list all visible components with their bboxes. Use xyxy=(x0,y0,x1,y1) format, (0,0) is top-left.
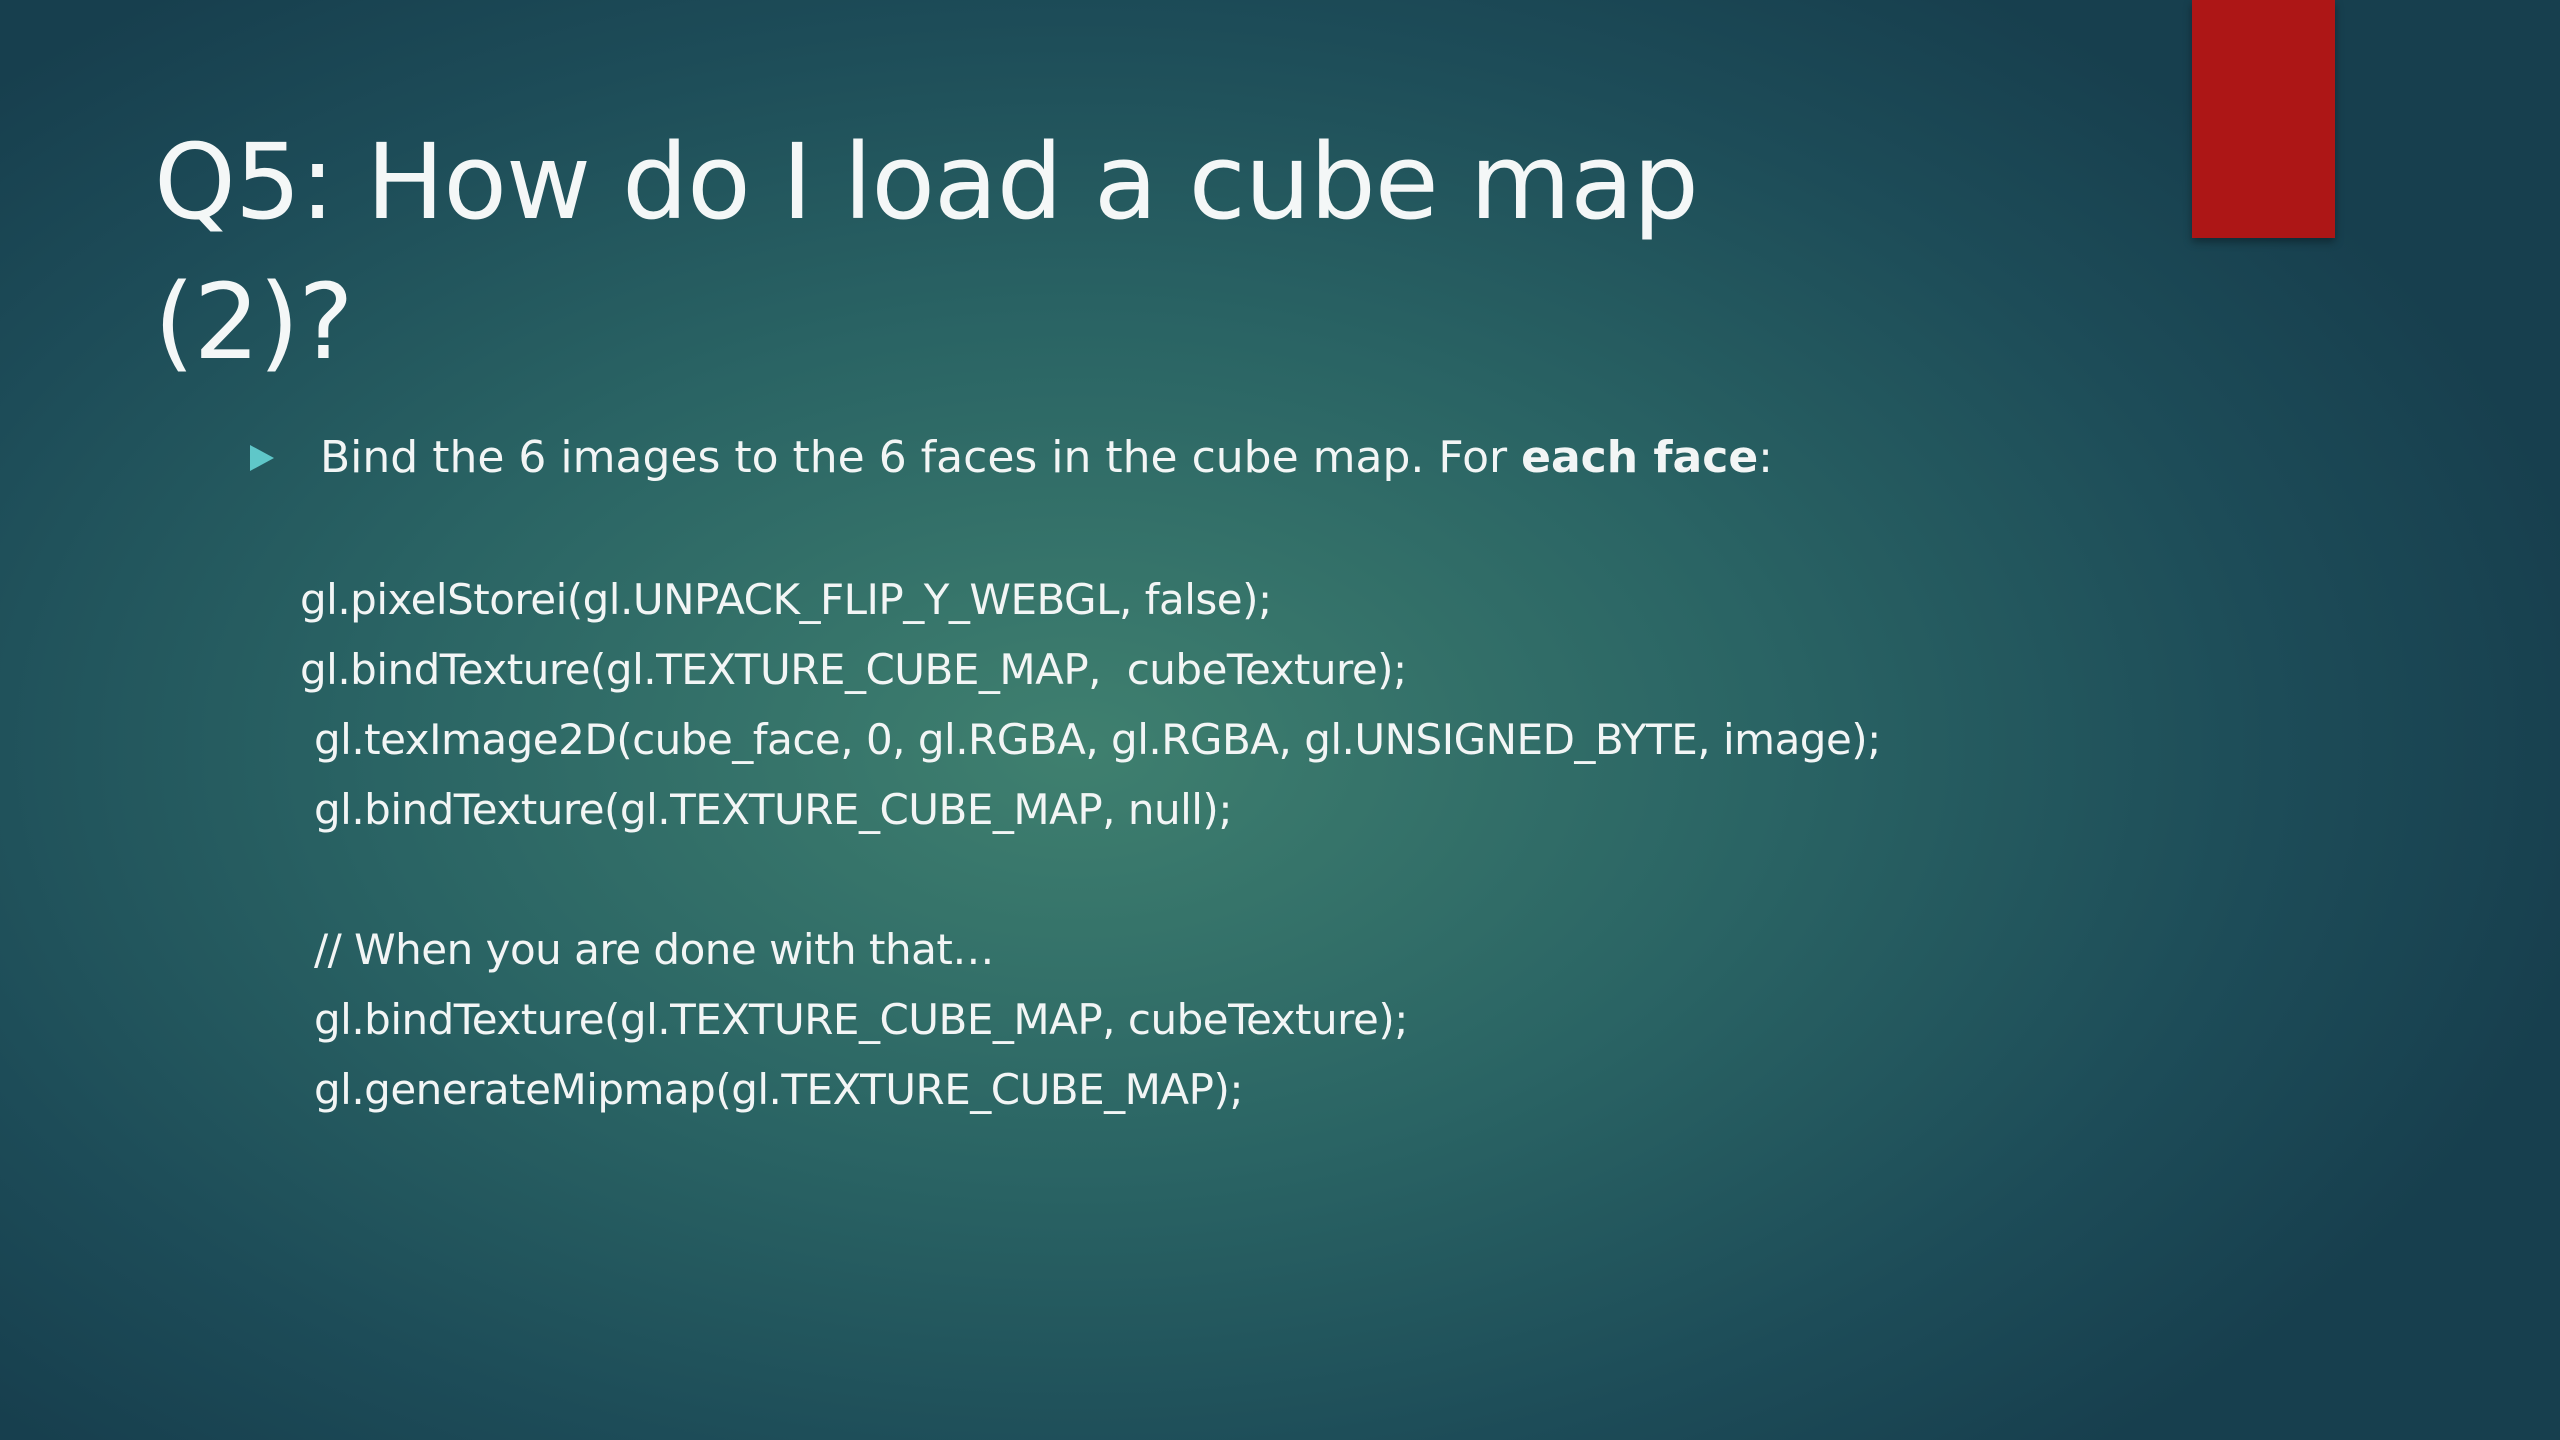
title-line-2: (2)? xyxy=(154,261,354,383)
code-line: gl.texImage2D(cube_face, 0, gl.RGBA, gl.… xyxy=(314,715,1881,764)
slide: Q5: How do I load a cube map (2)? Bind t… xyxy=(0,0,2560,1440)
bullet-item: Bind the 6 images to the 6 faces in the … xyxy=(250,428,1773,488)
code-line: gl.bindTexture(gl.TEXTURE_CUBE_MAP, cube… xyxy=(300,645,1407,694)
code-line: gl.bindTexture(gl.TEXTURE_CUBE_MAP, null… xyxy=(314,785,1232,834)
red-accent-bar xyxy=(2192,0,2335,238)
triangle-bullet-icon xyxy=(250,445,274,471)
bullet-text-bold: each face xyxy=(1521,432,1759,483)
bullet-text-after: : xyxy=(1758,432,1773,483)
bullet-text: Bind the 6 images to the 6 faces in the … xyxy=(320,428,1773,488)
title-line-1: Q5: How do I load a cube map xyxy=(154,121,1699,243)
code-block: gl.pixelStorei(gl.UNPACK_FLIP_Y_WEBGL, f… xyxy=(300,565,1881,1125)
slide-title: Q5: How do I load a cube map (2)? xyxy=(154,112,2054,392)
code-line: gl.pixelStorei(gl.UNPACK_FLIP_Y_WEBGL, f… xyxy=(300,575,1272,624)
code-comment-line: // When you are done with that… xyxy=(314,925,994,974)
code-line: gl.bindTexture(gl.TEXTURE_CUBE_MAP, cube… xyxy=(314,995,1408,1044)
code-line: gl.generateMipmap(gl.TEXTURE_CUBE_MAP); xyxy=(314,1065,1243,1114)
code-line-blank xyxy=(300,845,1881,915)
bullet-text-before: Bind the 6 images to the 6 faces in the … xyxy=(320,432,1522,483)
